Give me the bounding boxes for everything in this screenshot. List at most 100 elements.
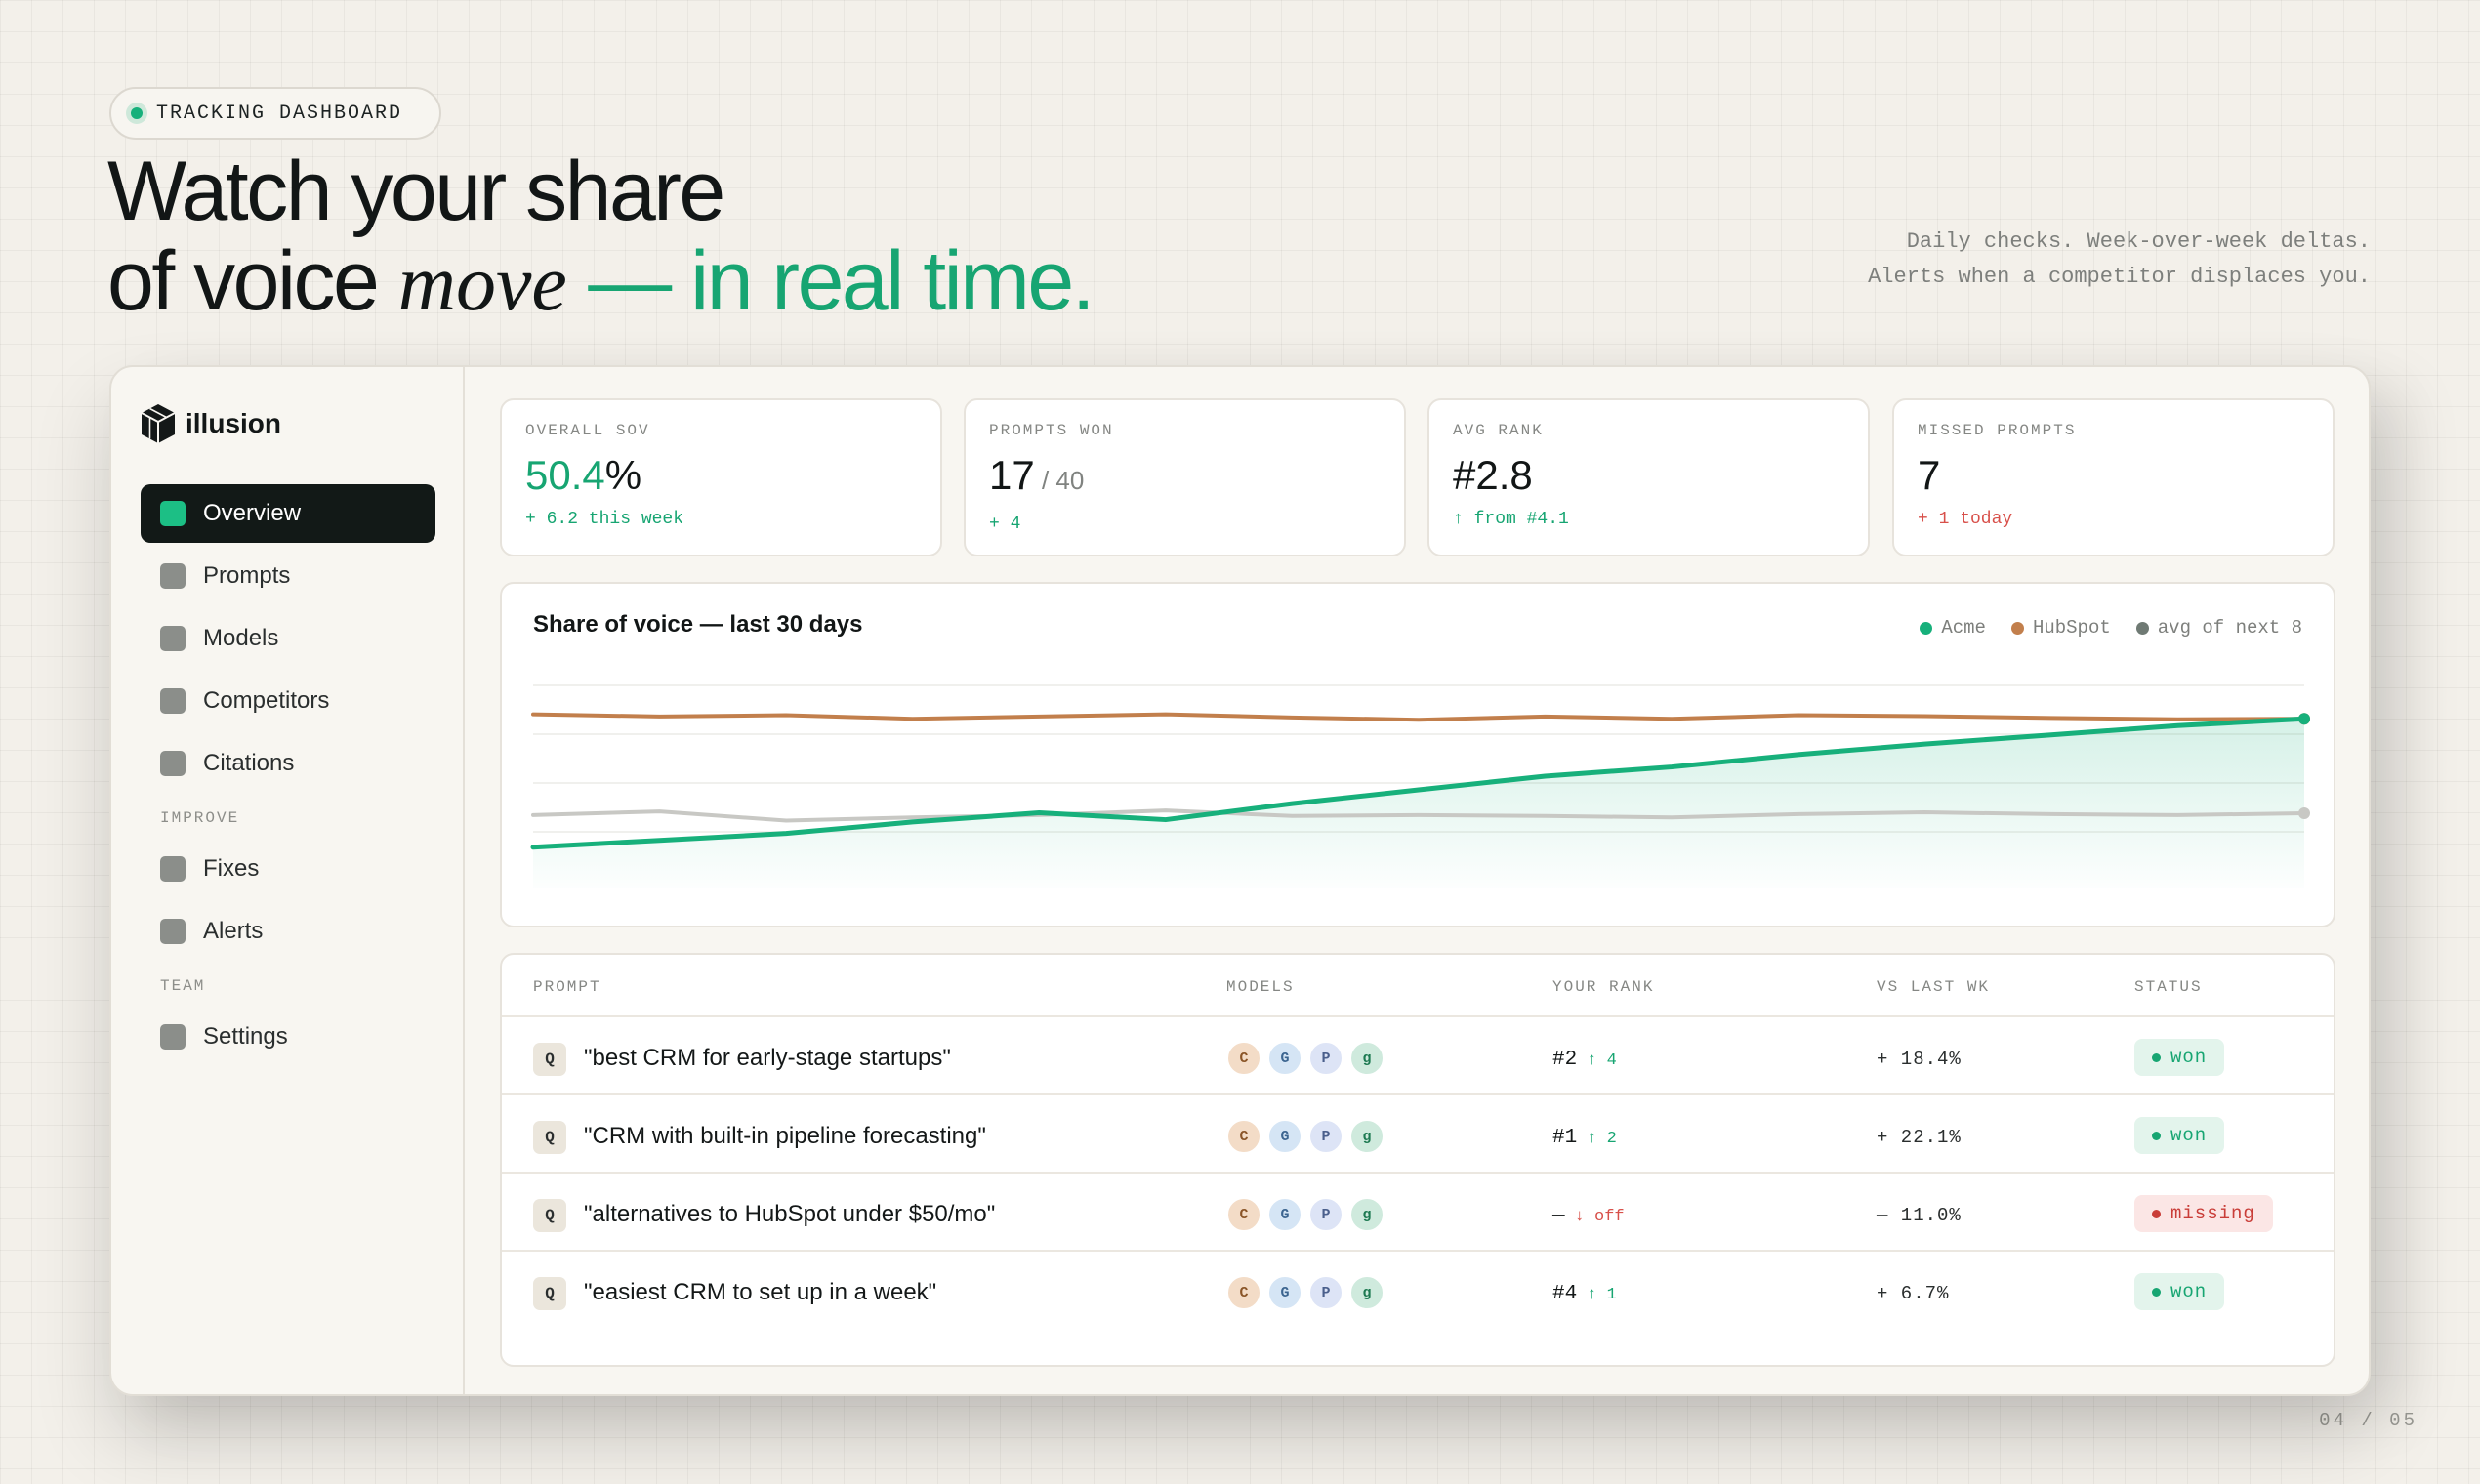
headline-line-1: Watch your share [107, 144, 725, 238]
prompt-text: "CRM with built-in pipeline forecasting" [584, 1123, 986, 1149]
headline-line-2-suffix: — in real time. [588, 234, 1095, 328]
column-header-models[interactable]: MODELS [1226, 978, 1295, 996]
query-icon: Q [533, 1043, 566, 1076]
stat-card-missed-prompts[interactable]: MISSED PROMPTS 7 + 1 today [1892, 398, 2335, 556]
stat-card-avg-rank[interactable]: AVG RANK #2.8 ↑ from #4.1 [1427, 398, 1870, 556]
model-chip-p: P [1308, 1197, 1343, 1232]
query-icon: Q [533, 1277, 566, 1310]
sidebar-item-settings[interactable]: Settings [141, 1008, 435, 1066]
status-dot-icon [2152, 1131, 2161, 1140]
sidebar-item-overview[interactable]: Overview [141, 484, 435, 543]
rank-delta: ↑ 1 [1587, 1286, 1617, 1304]
column-header-prompt[interactable]: PROMPT [533, 978, 601, 996]
brand[interactable]: illusion [139, 402, 281, 445]
share-of-voice-chart-card: Share of voice — last 30 days Acme HubSp… [500, 582, 2335, 928]
model-chip-g-lower: g [1349, 1119, 1385, 1154]
vs-last-week-value: + 22.1% [1877, 1127, 1962, 1148]
model-chip-g: G [1267, 1275, 1302, 1310]
rank-cell: — ↓ off [1552, 1205, 1625, 1227]
series-endpoint-avg-of-next-8 [2298, 806, 2310, 819]
stat-delta: + 6.2 this week [525, 510, 684, 529]
column-header-vs-last-week[interactable]: VS LAST WK [1877, 978, 1990, 996]
sidebar-item-prompts[interactable]: Prompts [141, 547, 435, 605]
model-chip-g: G [1267, 1197, 1302, 1232]
rank-value: — [1552, 1205, 1565, 1227]
column-header-status[interactable]: STATUS [2134, 978, 2203, 996]
model-chip-c: C [1226, 1197, 1261, 1232]
legend-dot-icon [2135, 621, 2149, 635]
model-chips: C G P g [1226, 1275, 1390, 1310]
stat-label: AVG RANK [1453, 422, 1544, 439]
column-header-rank[interactable]: YOUR RANK [1552, 978, 1654, 996]
query-icon: Q [533, 1121, 566, 1154]
sidebar-item-citations[interactable]: Citations [141, 734, 435, 793]
rank-cell: #2 ↑ 4 [1552, 1049, 1617, 1071]
sidebar-item-fixes[interactable]: Fixes [141, 840, 435, 898]
prompt-text: "alternatives to HubSpot under $50/mo" [584, 1201, 996, 1227]
stat-card-prompts-won[interactable]: PROMPTS WON 17 / 40 + 4 [964, 398, 1406, 556]
stat-number: 50.4 [525, 452, 605, 498]
legend-item-avg-next-8[interactable]: avg of next 8 [2135, 617, 2302, 639]
status-dot-icon [2152, 1287, 2161, 1297]
legend-dot-icon [2010, 621, 2024, 635]
legend-item-acme[interactable]: Acme [1920, 617, 1986, 639]
rank-cell: #1 ↑ 2 [1552, 1127, 1617, 1149]
chart-title: Share of voice — last 30 days [533, 611, 863, 638]
rank-delta: ↑ 2 [1587, 1130, 1617, 1148]
model-chip-g: G [1267, 1119, 1302, 1154]
status-dot-icon [131, 107, 143, 119]
status-label: won [2170, 1281, 2208, 1302]
model-chip-p: P [1308, 1119, 1343, 1154]
model-chip-g-lower: g [1349, 1041, 1385, 1076]
cube-logo-icon [141, 404, 176, 443]
competitors-icon [160, 688, 186, 714]
sidebar-item-alerts[interactable]: Alerts [141, 902, 435, 961]
model-chip-c: C [1226, 1041, 1261, 1076]
rank-delta: ↑ 4 [1587, 1051, 1617, 1070]
series-line-hubspot [531, 712, 2306, 722]
status-label: won [2170, 1047, 2208, 1068]
brand-name: illusion [186, 408, 281, 438]
stat-value: 7 [1918, 451, 2309, 500]
table-row[interactable]: Q "easiest CRM to set up in a week" C G … [502, 1252, 2334, 1330]
sidebar-item-label: Alerts [203, 918, 264, 944]
model-chip-g: G [1267, 1041, 1302, 1076]
model-chip-p: P [1308, 1275, 1343, 1310]
stat-value: 17 / 40 [989, 451, 1381, 505]
sidebar-item-label: Prompts [203, 562, 291, 589]
vs-last-week-value: — 11.0% [1877, 1205, 1962, 1226]
status-badge: won [2134, 1117, 2225, 1154]
model-chip-g-lower: g [1349, 1275, 1385, 1310]
stat-delta: + 1 today [1918, 510, 2013, 529]
table-header: PROMPT MODELS YOUR RANK VS LAST WK STATU… [502, 955, 2334, 1017]
table-row[interactable]: Q "alternatives to HubSpot under $50/mo"… [502, 1174, 2334, 1252]
page-headline: Watch your share of voice move — in real… [107, 144, 1095, 328]
sidebar-section-improve: IMPROVE [160, 809, 240, 827]
sidebar-item-label: Overview [203, 500, 302, 526]
sidebar-item-competitors[interactable]: Competitors [141, 672, 435, 730]
legend-item-hubspot[interactable]: HubSpot [2010, 617, 2111, 639]
vs-last-week-value: + 18.4% [1877, 1049, 1962, 1070]
citations-icon [160, 751, 186, 776]
status-dot-icon [2152, 1209, 2161, 1218]
alerts-icon [160, 919, 186, 944]
table-row[interactable]: Q "best CRM for early-stage startups" C … [502, 1017, 2334, 1095]
prompts-table: PROMPT MODELS YOUR RANK VS LAST WK STATU… [500, 953, 2335, 1367]
stat-value: 50.4% [525, 451, 917, 500]
vs-last-week-value: + 6.7% [1877, 1283, 1950, 1304]
stat-card-overall-sov[interactable]: OVERALL SOV 50.4% + 6.2 this week [500, 398, 942, 556]
fixes-icon [160, 856, 186, 882]
table-row[interactable]: Q "CRM with built-in pipeline forecastin… [502, 1095, 2334, 1174]
sidebar: illusion Overview Prompts Models Competi… [111, 367, 465, 1394]
query-icon: Q [533, 1199, 566, 1232]
stat-label: MISSED PROMPTS [1918, 422, 2077, 439]
legend-label: HubSpot [2032, 617, 2111, 639]
legend-dot-icon [1920, 621, 1933, 635]
stat-suffix: % [604, 452, 642, 498]
header-subcopy: Daily checks. Week-over-week deltas. Ale… [1868, 229, 2371, 289]
status-badge: won [2134, 1039, 2225, 1076]
overview-icon [160, 501, 186, 526]
sidebar-item-models[interactable]: Models [141, 609, 435, 668]
chart-legend: Acme HubSpot avg of next 8 [1920, 617, 2302, 639]
legend-label: avg of next 8 [2157, 617, 2302, 639]
